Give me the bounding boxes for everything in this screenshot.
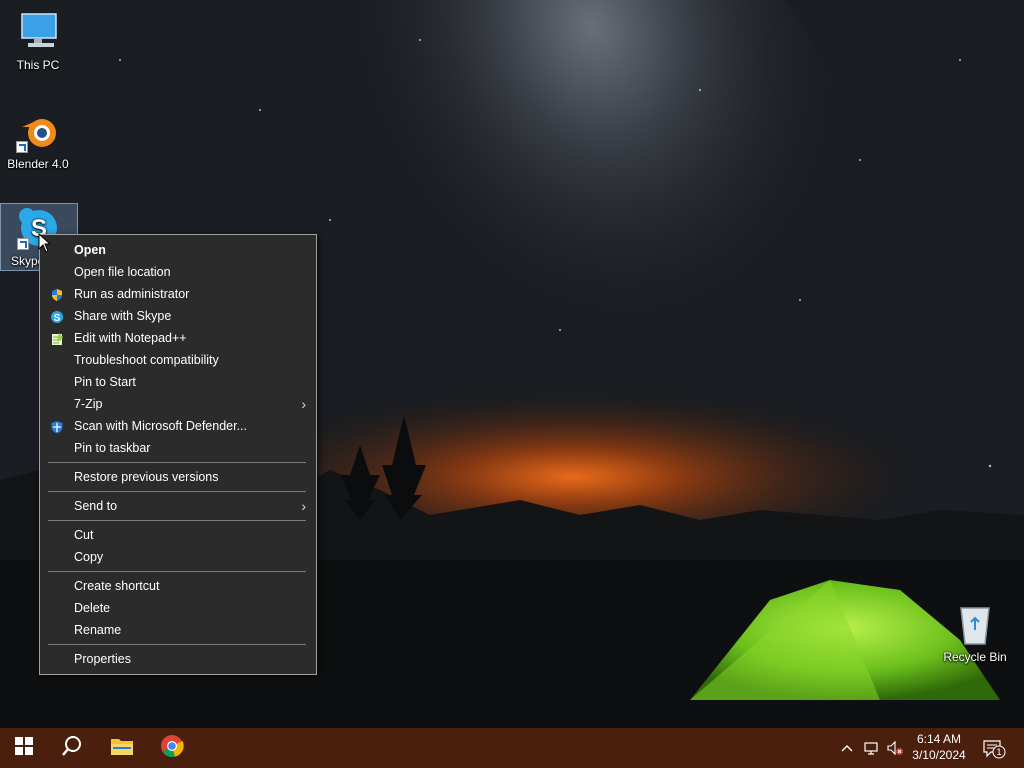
folder-icon <box>110 736 134 761</box>
recycle-bin-icon <box>951 600 999 648</box>
chevron-up-icon[interactable] <box>839 740 855 756</box>
menu-item-delete[interactable]: Delete <box>40 597 316 619</box>
chrome-button[interactable] <box>148 728 196 768</box>
notification-count-badge: 1 <box>996 747 1002 757</box>
menu-item-edit-with-notepadpp[interactable]: Edit with Notepad++ <box>40 327 316 349</box>
this-pc-icon <box>14 8 62 56</box>
system-clock[interactable]: 6:14 AM 3/10/2024 <box>904 731 974 763</box>
windows-icon <box>15 736 33 760</box>
context-menu: Open Open file location Run as administr… <box>39 234 317 675</box>
search-icon <box>61 735 83 762</box>
menu-item-pin-to-taskbar[interactable]: Pin to taskbar <box>40 437 316 459</box>
menu-item-pin-to-start[interactable]: Pin to Start <box>40 371 316 393</box>
menu-item-restore-previous-versions[interactable]: Restore previous versions <box>40 466 316 488</box>
desktop-icon-recycle-bin[interactable]: Recycle Bin <box>937 600 1013 664</box>
mouse-cursor-icon <box>38 232 52 258</box>
volume-muted-icon[interactable] <box>886 740 903 756</box>
clock-time: 6:14 AM <box>916 732 962 746</box>
menu-item-copy[interactable]: Copy <box>40 546 316 568</box>
menu-item-scan-with-defender[interactable]: Scan with Microsoft Defender... <box>40 415 316 437</box>
menu-separator <box>48 571 306 572</box>
start-button[interactable] <box>0 728 48 768</box>
desktop-icon-this-pc[interactable]: This PC <box>0 8 76 72</box>
file-explorer-button[interactable] <box>98 728 146 768</box>
menu-item-open[interactable]: Open <box>40 239 316 261</box>
menu-item-troubleshoot-compatibility[interactable]: Troubleshoot compatibility <box>40 349 316 371</box>
desktop-icon-label: This PC <box>16 58 60 72</box>
menu-item-open-file-location[interactable]: Open file location <box>40 261 316 283</box>
menu-separator <box>48 462 306 463</box>
shortcut-arrow-icon <box>17 238 29 250</box>
menu-item-create-shortcut[interactable]: Create shortcut <box>40 575 316 597</box>
clock-date: 3/10/2024 <box>912 748 966 762</box>
menu-item-7zip[interactable]: 7-Zip › <box>40 393 316 415</box>
notepadpp-icon <box>50 331 64 345</box>
menu-item-properties[interactable]: Properties <box>40 648 316 670</box>
chevron-right-icon: › <box>301 498 306 514</box>
taskbar: 6:14 AM 3/10/2024 1 <box>0 728 1024 768</box>
menu-separator <box>48 644 306 645</box>
menu-item-rename[interactable]: Rename <box>40 619 316 641</box>
svg-text:S: S <box>54 313 61 324</box>
blender-icon <box>14 107 62 155</box>
menu-item-share-with-skype[interactable]: S Share with Skype <box>40 305 316 327</box>
skype-icon: S <box>50 309 64 324</box>
shortcut-arrow-icon <box>16 141 28 153</box>
desktop-icon-label: Blender 4.0 <box>7 157 69 171</box>
chevron-right-icon: › <box>301 396 306 412</box>
menu-item-cut[interactable]: Cut <box>40 524 316 546</box>
search-button[interactable] <box>48 728 96 768</box>
menu-separator <box>48 491 306 492</box>
menu-separator <box>48 520 306 521</box>
desktop-icon-blender[interactable]: Blender 4.0 <box>0 107 76 171</box>
menu-item-send-to[interactable]: Send to › <box>40 495 316 517</box>
network-icon[interactable] <box>863 740 879 756</box>
chrome-icon <box>160 734 184 763</box>
notification-center-icon[interactable]: 1 <box>983 739 1007 759</box>
uac-shield-icon <box>50 287 64 301</box>
defender-icon <box>50 419 64 434</box>
menu-item-run-as-administrator[interactable]: Run as administrator <box>40 283 316 305</box>
desktop-icon-label: Recycle Bin <box>943 650 1007 664</box>
